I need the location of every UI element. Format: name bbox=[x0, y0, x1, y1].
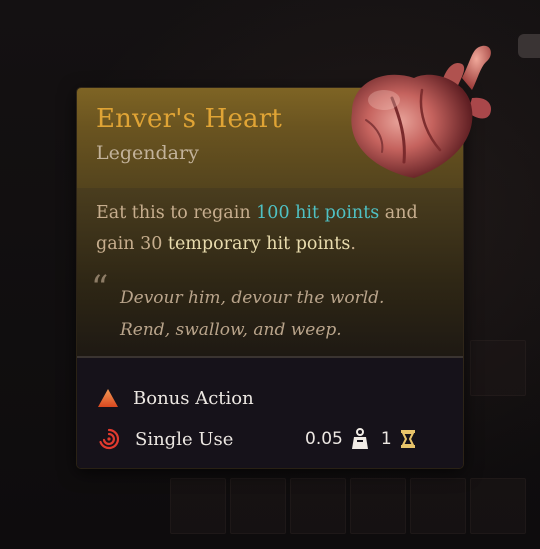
inventory-slot[interactable] bbox=[470, 478, 526, 534]
item-description: Eat this to regain 100 hit points and ga… bbox=[96, 198, 436, 260]
item-rarity: Legendary bbox=[96, 142, 199, 164]
flavor-text: Devour him, devour the world. Rend, swal… bbox=[120, 282, 440, 346]
bonus-action-triangle-icon bbox=[98, 389, 118, 407]
temp-hp-keyword: temporary hit points bbox=[167, 234, 351, 254]
single-use-swirl-icon bbox=[99, 428, 120, 450]
usage-label: Single Use bbox=[135, 428, 234, 450]
flavor-line: Rend, swallow, and weep. bbox=[120, 320, 342, 340]
side-tab[interactable] bbox=[518, 34, 540, 58]
weight-icon bbox=[351, 428, 368, 449]
action-type-label: Bonus Action bbox=[133, 387, 254, 409]
description-text: . bbox=[350, 234, 356, 254]
heal-amount: 100 hit points bbox=[256, 203, 380, 223]
usage-row: Single Use bbox=[97, 424, 233, 454]
inventory-slot[interactable] bbox=[170, 478, 226, 534]
weight-value: 0.05 bbox=[305, 429, 343, 449]
gold-value-icon bbox=[400, 430, 415, 448]
quote-mark-icon: “ bbox=[91, 268, 109, 308]
item-name: Enver's Heart bbox=[96, 104, 283, 134]
inventory-slot[interactable] bbox=[470, 340, 526, 396]
gold-value: 1 bbox=[380, 429, 392, 449]
description-text: Eat this to regain bbox=[96, 203, 257, 223]
inventory-slot[interactable] bbox=[290, 478, 346, 534]
inventory-slot[interactable] bbox=[410, 478, 466, 534]
action-type-row: Bonus Action bbox=[97, 383, 254, 413]
inventory-slot[interactable] bbox=[230, 478, 286, 534]
item-stats: 0.05 1 bbox=[305, 424, 416, 454]
flavor-line: Devour him, devour the world. bbox=[120, 288, 385, 308]
inventory-slot[interactable] bbox=[350, 478, 406, 534]
heart-item-icon bbox=[351, 45, 492, 178]
